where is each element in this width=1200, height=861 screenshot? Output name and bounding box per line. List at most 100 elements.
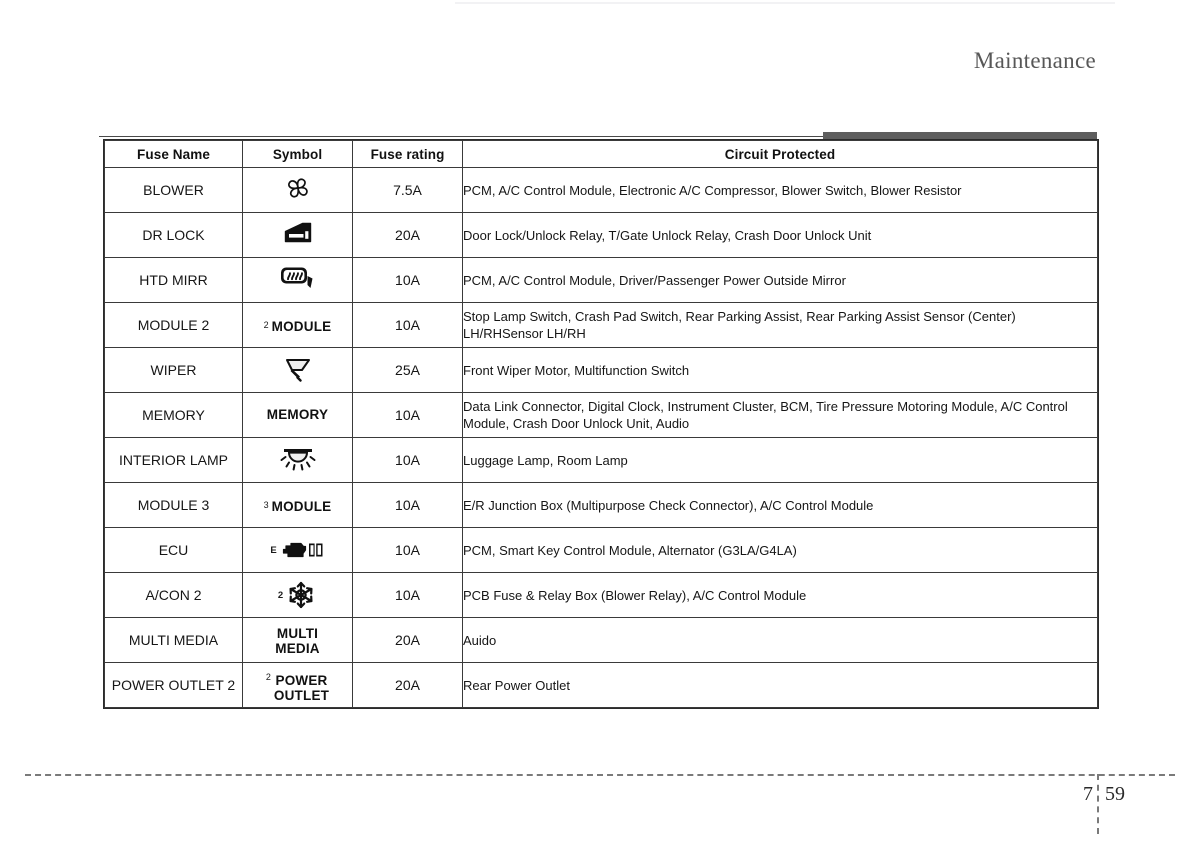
table-row: MULTI MEDIA MULTI MEDIA 20A Auido — [104, 617, 1098, 663]
column-header-fuse-name: Fuse Name — [104, 140, 243, 168]
fuse-symbol-cell: MEMORY — [242, 392, 353, 438]
fuse-symbol-cell — [242, 437, 353, 483]
symbol-label-text: MODULE — [271, 498, 332, 514]
fuse-table-container: Fuse Name Symbol Fuse rating Circuit Pro… — [103, 139, 1099, 709]
fuse-symbol-cell: 2 MODULE — [242, 302, 353, 348]
circuit-protected-cell: Door Lock/Unlock Relay, T/Gate Unlock Re… — [462, 212, 1098, 258]
fuse-rating-cell: 10A — [352, 257, 463, 303]
fuse-rating-cell: 20A — [352, 212, 463, 258]
circuit-protected-cell: PCM, A/C Control Module, Driver/Passenge… — [462, 257, 1098, 303]
chapter-number: 7 — [1083, 783, 1093, 805]
symbol-graphic — [277, 263, 319, 293]
symbol-superscript: 2 — [263, 320, 269, 330]
symbol-graphic: E — [270, 537, 324, 563]
column-header-fuse-rating: Fuse rating — [352, 140, 463, 168]
fuse-name-cell: MULTI MEDIA — [104, 617, 243, 663]
table-row: WIPER 25A Front Wiper Motor, Multifunctio… — [104, 347, 1098, 393]
fuse-rating-cell: 20A — [352, 617, 463, 663]
column-header-circuit: Circuit Protected — [462, 140, 1098, 168]
fuse-name-cell: HTD MIRR — [104, 257, 243, 303]
fuse-symbol-cell: 2 — [242, 572, 353, 618]
symbol-superscript: 2 — [277, 589, 284, 601]
fuse-rating-cell: 10A — [352, 482, 463, 528]
fuse-rating-cell: 20A — [352, 662, 463, 708]
table-row: MODULE 3 3 MODULE 10A E/R Junction Box (Mult… — [104, 482, 1098, 528]
engine-manual-icon — [279, 537, 325, 563]
symbol-label-text: MULTI MEDIA — [275, 625, 320, 656]
circuit-protected-cell: PCM, A/C Control Module, Electronic A/C … — [462, 167, 1098, 213]
table-row: A/CON 2 2 10A PCB Fuse & Relay Box (Blower… — [104, 572, 1098, 618]
symbol-text-label: 2 MODULE — [264, 319, 332, 334]
fuse-name-cell: MODULE 3 — [104, 482, 243, 528]
header-thin-rule — [99, 136, 825, 137]
column-header-symbol: Symbol — [242, 140, 353, 168]
symbol-text-label: MEMORY — [267, 407, 328, 422]
table-row: MODULE 2 2 MODULE 10A Stop Lamp Switch, Cras… — [104, 302, 1098, 348]
symbol-label-text: MEMORY — [266, 407, 329, 422]
fuse-rating-cell: 10A — [352, 437, 463, 483]
fuse-symbol-cell — [242, 347, 353, 393]
circuit-protected-cell: Stop Lamp Switch, Crash Pad Switch, Rear… — [462, 302, 1098, 348]
wiper-icon — [278, 354, 318, 382]
symbol-graphic — [276, 443, 320, 473]
footer-divider-horizontal — [25, 774, 1175, 776]
table-row: MEMORY MEMORY 10A Data Link Connector, Digi… — [104, 392, 1098, 438]
footer-divider-vertical — [1097, 774, 1099, 834]
table-row: POWER OUTLET 2 2 POWER OUTLET 20A Rear Power… — [104, 662, 1098, 708]
symbol-superscript: E — [270, 544, 277, 556]
symbol-label-text: MODULE — [271, 318, 332, 334]
fuse-rating-cell: 10A — [352, 572, 463, 618]
fuse-table: Fuse Name Symbol Fuse rating Circuit Pro… — [103, 139, 1099, 709]
symbol-graphic: 2 — [278, 580, 317, 610]
heated-mirror-icon — [277, 263, 319, 293]
fuse-rating-cell: 25A — [352, 347, 463, 393]
symbol-superscript: 3 — [263, 500, 269, 510]
symbol-graphic — [281, 173, 315, 203]
symbol-text-label: MULTI MEDIA — [275, 626, 320, 656]
symbol-text-label: 2 POWER OUTLET — [266, 672, 330, 703]
circuit-protected-cell: Luggage Lamp, Room Lamp — [462, 437, 1098, 483]
table-row: DR LOCK 20A Door Lock/Unlock Relay, T/Gat… — [104, 212, 1098, 258]
table-row: HTD MIRR 10A PCM, A/C Control Module, Dri… — [104, 257, 1098, 303]
fuse-symbol-cell: E — [242, 527, 353, 573]
top-scan-rule — [455, 2, 1115, 4]
circuit-protected-cell: Data Link Connector, Digital Clock, Inst… — [462, 392, 1098, 438]
fuse-symbol-cell — [242, 212, 353, 258]
table-row: INTERIOR LAMP 10A Luggage Lamp, Room Lamp — [104, 437, 1098, 483]
symbol-graphic — [278, 354, 318, 382]
table-row: BLOWER 7.5A PCM, A/C Control Module, Elec… — [104, 167, 1098, 213]
fuse-name-cell: MODULE 2 — [104, 302, 243, 348]
snowflake-icon — [285, 580, 317, 610]
page-footer: 7 59 — [0, 774, 1200, 861]
fuse-symbol-cell: MULTI MEDIA — [242, 617, 353, 663]
fuse-rating-cell: 10A — [352, 392, 463, 438]
page-header: Maintenance — [0, 48, 1200, 139]
fuse-name-cell: POWER OUTLET 2 — [104, 662, 243, 708]
fuse-name-cell: WIPER — [104, 347, 243, 393]
page-title: Maintenance — [973, 48, 1096, 73]
door-lock-icon — [280, 219, 316, 247]
circuit-protected-cell: Rear Power Outlet — [462, 662, 1098, 708]
circuit-protected-cell: Front Wiper Motor, Multifunction Switch — [462, 347, 1098, 393]
page-number: 59 — [1105, 783, 1125, 805]
fuse-name-cell: INTERIOR LAMP — [104, 437, 243, 483]
fuse-symbol-cell — [242, 167, 353, 213]
fuse-rating-cell: 10A — [352, 302, 463, 348]
fuse-rating-cell: 7.5A — [352, 167, 463, 213]
fuse-name-cell: BLOWER — [104, 167, 243, 213]
fan-icon — [281, 173, 315, 203]
fuse-symbol-cell: 2 POWER OUTLET — [242, 662, 353, 708]
fuse-rating-cell: 10A — [352, 527, 463, 573]
fuse-name-cell: DR LOCK — [104, 212, 243, 258]
table-row: ECU E 10A PCM, Smart Key Control Module, A… — [104, 527, 1098, 573]
fuse-name-cell: MEMORY — [104, 392, 243, 438]
circuit-protected-cell: Auido — [462, 617, 1098, 663]
circuit-protected-cell: PCM, Smart Key Control Module, Alternato… — [462, 527, 1098, 573]
fuse-symbol-cell: 3 MODULE — [242, 482, 353, 528]
symbol-graphic — [280, 219, 316, 247]
fuse-symbol-cell — [242, 257, 353, 303]
fuse-name-cell: A/CON 2 — [104, 572, 243, 618]
symbol-label-text: POWER OUTLET — [273, 672, 330, 703]
table-header-row: Fuse Name Symbol Fuse rating Circuit Pro… — [104, 140, 1098, 168]
circuit-protected-cell: E/R Junction Box (Multipurpose Check Con… — [462, 482, 1098, 528]
